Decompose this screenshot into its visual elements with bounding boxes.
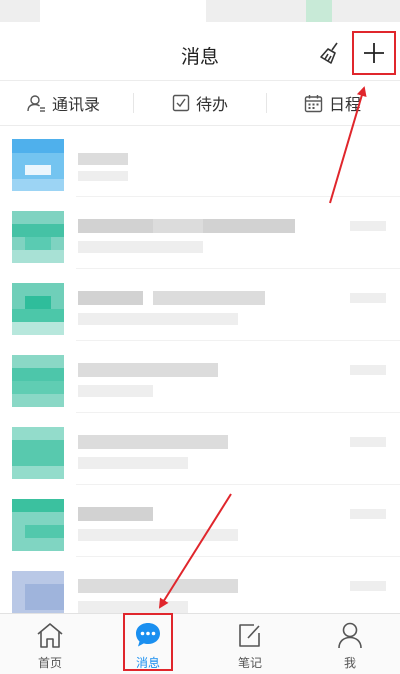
tab-label: 我: [343, 656, 356, 670]
blurred-text: [203, 219, 295, 233]
quick-action-bar: 通讯录 待办 日程: [0, 80, 400, 126]
avatar: [12, 499, 64, 551]
blurred-text: [78, 313, 238, 325]
contacts-icon: [27, 95, 45, 112]
blurred-time: [350, 293, 386, 303]
conversation-list[interactable]: [0, 125, 400, 613]
blurred-text: [78, 385, 153, 397]
blurred-text: [78, 363, 218, 377]
tab-label: 首页: [37, 656, 62, 670]
tab-me[interactable]: 我: [300, 614, 400, 674]
calendar-button[interactable]: 日程: [304, 81, 361, 125]
todo-label: 待办: [196, 95, 229, 114]
note-edit-icon: [239, 624, 260, 647]
list-item[interactable]: [0, 557, 400, 613]
list-item[interactable]: [0, 269, 400, 341]
todo-button[interactable]: 待办: [172, 81, 228, 125]
nav-bar: 消息: [0, 28, 400, 80]
annotation-box: [123, 613, 173, 671]
list-item[interactable]: [0, 125, 400, 197]
blurred-text: [78, 507, 153, 521]
blurred-text: [78, 457, 188, 469]
status-blur: [206, 0, 306, 22]
tab-label: 笔记: [237, 656, 262, 670]
divider: [133, 93, 134, 113]
avatar: [12, 139, 64, 191]
status-blur: [306, 0, 332, 22]
status-blur: [0, 0, 40, 22]
blurred-text: [78, 435, 228, 449]
divider: [266, 93, 267, 113]
status-blur: [332, 0, 400, 22]
blurred-text: [78, 241, 203, 253]
list-item[interactable]: [0, 341, 400, 413]
avatar: [12, 355, 64, 407]
avatar: [12, 211, 64, 263]
status-bar: [0, 0, 400, 28]
person-icon: [338, 622, 362, 649]
tab-bar: 首页 消息 笔记 我: [0, 613, 400, 674]
blurred-time: [350, 437, 386, 447]
blurred-time: [350, 221, 386, 231]
blurred-text: [78, 529, 238, 541]
blurred-text: [78, 219, 153, 233]
avatar: [12, 427, 64, 479]
blurred-text: [78, 579, 238, 593]
blurred-text: [78, 291, 143, 305]
contacts-button[interactable]: 通讯录: [26, 81, 100, 125]
plus-icon: [364, 43, 384, 63]
add-button[interactable]: [352, 31, 396, 75]
list-item[interactable]: [0, 197, 400, 269]
blurred-text: [153, 219, 203, 233]
tab-home[interactable]: 首页: [0, 614, 100, 674]
tab-notes[interactable]: 笔记: [200, 614, 300, 674]
blurred-text: [153, 291, 265, 305]
blurred-text: [78, 171, 128, 181]
list-item[interactable]: [0, 413, 400, 485]
checkbox-icon: [172, 94, 190, 112]
blurred-time: [350, 509, 386, 519]
avatar: [12, 283, 64, 335]
calendar-label: 日程: [329, 95, 362, 114]
broom-icon[interactable]: [316, 38, 346, 68]
contacts-label: 通讯录: [52, 95, 101, 114]
blurred-text: [78, 153, 128, 165]
blurred-text: [78, 601, 188, 613]
home-icon: [37, 623, 63, 648]
blurred-time: [350, 365, 386, 375]
list-item[interactable]: [0, 485, 400, 557]
avatar: [12, 571, 64, 613]
calendar-icon: [304, 94, 323, 112]
blurred-time: [350, 581, 386, 591]
